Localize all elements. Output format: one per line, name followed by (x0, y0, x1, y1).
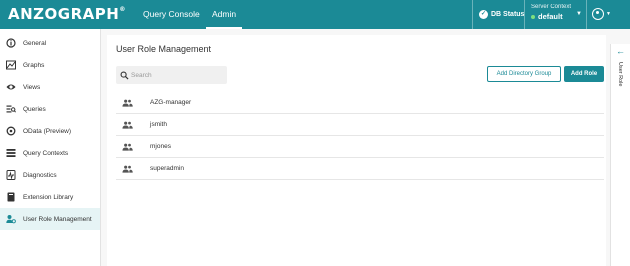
graph-icon (5, 60, 16, 71)
sidebar-item-extension-library[interactable]: Extension Library (0, 186, 100, 208)
db-status-button[interactable]: ✓ DB Status (479, 0, 524, 29)
role-name: AZG-manager (150, 99, 192, 106)
sidebar-item-label: Extension Library (23, 193, 74, 201)
role-name: superadmin (150, 165, 184, 172)
search-box[interactable] (116, 66, 227, 84)
list-item[interactable]: jsmith (116, 114, 604, 136)
sidebar-item-diagnostics[interactable]: Diagnostics (0, 164, 100, 186)
info-icon (5, 38, 16, 49)
sidebar-item-views[interactable]: Views (0, 76, 100, 98)
queries-icon (5, 104, 16, 115)
main-panel: User Role Management Add Directory Group… (107, 35, 606, 266)
logo-text: ANZOGRAPH (8, 5, 120, 23)
sidebar-item-queries[interactable]: Queries (0, 98, 100, 120)
role-name: jsmith (150, 121, 167, 128)
divider (524, 0, 525, 29)
book-icon (5, 192, 16, 203)
role-name: mjones (150, 143, 171, 150)
list-item[interactable]: AZG-manager (116, 92, 604, 114)
server-context-label: Server Context (531, 4, 572, 10)
sidebar-item-odata[interactable]: OData (Preview) (0, 120, 100, 142)
anzograph-logo: ANZOGRAPH® (8, 5, 126, 23)
db-status-label: DB Status (491, 11, 525, 18)
sidebar-item-label: Queries (23, 105, 46, 113)
search-input[interactable] (131, 71, 226, 79)
search-icon (120, 71, 129, 80)
sidebar-item-label: User Role Management (23, 215, 92, 223)
sidebar-item-label: Diagnostics (23, 171, 57, 179)
odata-icon (5, 126, 16, 137)
list-item[interactable]: mjones (116, 136, 604, 158)
rail-label[interactable]: User Role (617, 62, 623, 86)
account-circle-icon (592, 8, 604, 20)
details-rail: ← User Role (610, 44, 630, 266)
chevron-down-icon[interactable]: ▼ (576, 11, 582, 17)
user-menu-button[interactable]: ▼ (592, 6, 614, 22)
top-bar: ANZOGRAPH® Query Console Admin ✓ DB Stat… (0, 0, 630, 29)
user-roles-icon (5, 214, 16, 225)
group-icon (122, 143, 134, 151)
list-item[interactable]: superadmin (116, 158, 604, 180)
sidebar-item-query-contexts[interactable]: Query Contexts (0, 142, 100, 164)
eye-icon (5, 82, 16, 93)
divider (472, 0, 473, 29)
group-icon (122, 121, 134, 129)
add-role-button[interactable]: Add Role (564, 66, 604, 82)
sidebar-item-label: Views (23, 83, 41, 91)
sidebar-item-label: OData (Preview) (23, 127, 72, 135)
list-icon (5, 148, 16, 159)
add-directory-group-button[interactable]: Add Directory Group (487, 66, 561, 82)
sidebar-item-label: Query Contexts (23, 149, 69, 157)
sidebar-item-general[interactable]: General (0, 32, 100, 54)
sidebar-item-label: General (23, 39, 47, 47)
group-icon (122, 165, 134, 173)
sidebar-item-label: Graphs (23, 61, 45, 69)
registered-mark: ® (119, 6, 126, 13)
group-icon (122, 99, 134, 107)
sidebar-item-graphs[interactable]: Graphs (0, 54, 100, 76)
role-list: AZG-manager jsmith mjones superadmin (116, 92, 604, 180)
check-circle-icon: ✓ (479, 10, 488, 19)
tab-query-console[interactable]: Query Console (143, 0, 200, 29)
sidebar: General Graphs Views Queries OData (Prev… (0, 29, 101, 266)
status-dot-icon (531, 15, 535, 20)
page-title: User Role Management (116, 44, 212, 54)
chevron-down-icon: ▼ (606, 11, 611, 17)
server-context-selector[interactable]: Server Context default (531, 4, 571, 21)
divider (586, 0, 587, 29)
tab-admin[interactable]: Admin (205, 0, 243, 29)
server-context-value: default (538, 12, 563, 21)
expand-arrow-icon[interactable]: ← (616, 46, 625, 56)
sidebar-item-user-role-management[interactable]: User Role Management (0, 208, 100, 230)
diagnostics-icon (5, 170, 16, 181)
